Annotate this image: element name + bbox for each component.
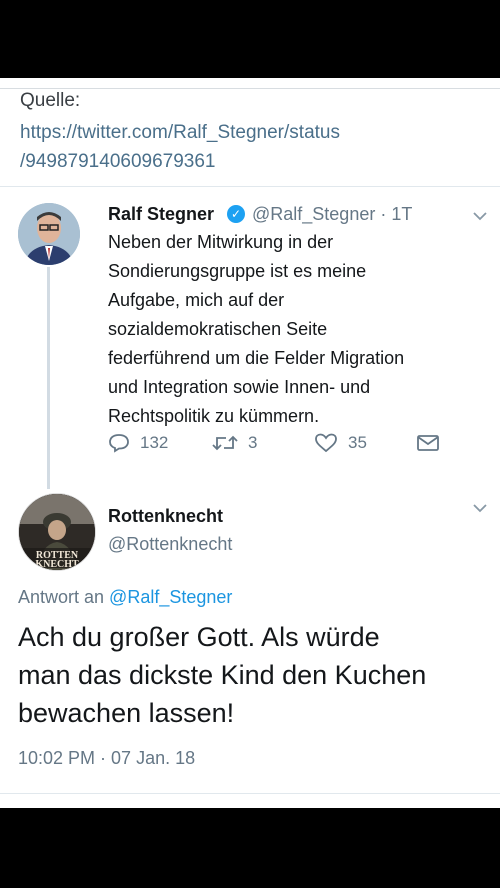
tweet1-handle-time[interactable]: @Ralf_Stegner · 1T: [252, 204, 412, 225]
retweet-button[interactable]: 3: [212, 433, 257, 453]
svg-text:KNECHT: KNECHT: [35, 559, 79, 570]
source-url-line2[interactable]: /949879140609679361: [20, 147, 490, 176]
reply-count: 132: [140, 433, 169, 452]
retweet-count: 3: [248, 433, 258, 452]
source-url-line1[interactable]: https://twitter.com/Ralf_Stegner/status: [20, 118, 490, 147]
like-button[interactable]: 35: [314, 433, 367, 453]
chevron-down-icon[interactable]: [472, 208, 488, 226]
like-count: 35: [348, 433, 367, 452]
reply-prefix: Antwort an: [18, 587, 110, 607]
direct-message-button[interactable]: [416, 433, 450, 453]
tweet1-text: Neben der Mitwirkung in der Sondierungsg…: [108, 232, 405, 426]
chevron-down-icon[interactable]: [472, 500, 488, 518]
top-divider: [0, 88, 500, 89]
thread-connector: [47, 267, 50, 489]
avatar-ralf-stegner[interactable]: [18, 203, 80, 265]
reply-context: Antwort an @Ralf_Stegner: [18, 587, 232, 608]
bottom-divider: [0, 793, 500, 794]
tweet2-text: Ach du großer Gott. Als würde man das di…: [18, 622, 427, 728]
reply-button[interactable]: 132: [108, 433, 168, 453]
tweet2-author-name[interactable]: Rottenknecht: [108, 506, 223, 527]
source-divider: [0, 186, 500, 187]
tweet1-author-name[interactable]: Ralf Stegner: [108, 204, 214, 225]
screenshot-content: Quelle: https://twitter.com/Ralf_Stegner…: [0, 78, 500, 808]
verified-badge-icon: ✓: [227, 205, 245, 223]
reply-mention-link[interactable]: @Ralf_Stegner: [109, 587, 232, 607]
tweet2-timestamp[interactable]: 10:02 PM · 07 Jan. 18: [18, 748, 195, 769]
source-url[interactable]: https://twitter.com/Ralf_Stegner/status …: [20, 118, 490, 176]
heart-icon: [315, 433, 337, 453]
retweet-icon: [212, 435, 238, 451]
tweet2-handle[interactable]: @Rottenknecht: [108, 534, 232, 555]
source-label: Quelle:: [20, 90, 81, 111]
envelope-icon: [417, 435, 439, 451]
avatar-rottenknecht[interactable]: ROTTEN KNECHT: [18, 493, 96, 571]
reply-icon: [109, 434, 129, 453]
